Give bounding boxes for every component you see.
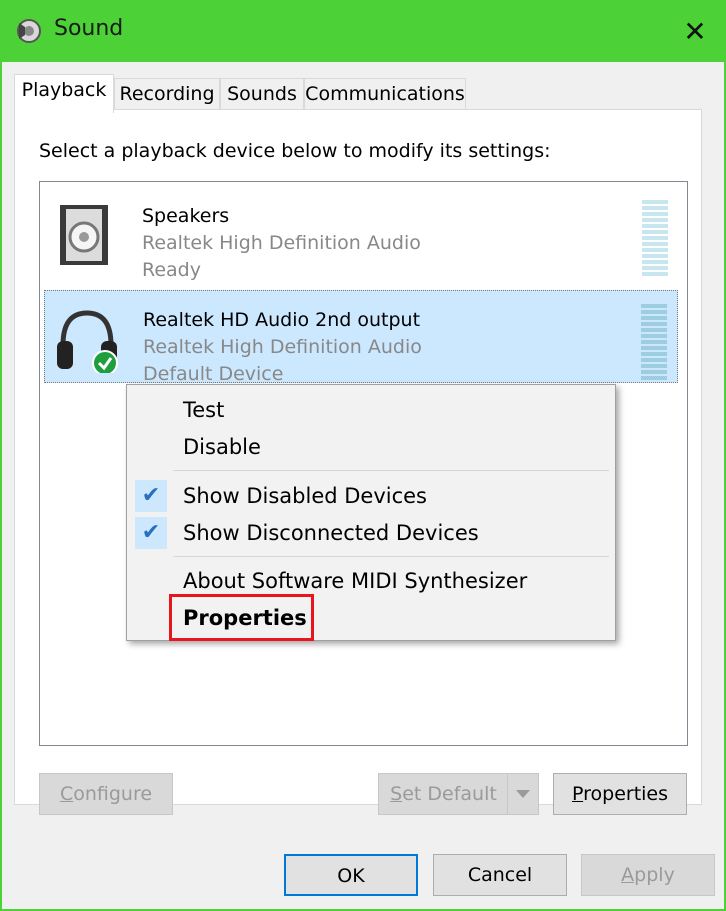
set-default-button[interactable]: Set Default	[378, 773, 539, 815]
volume-meter	[642, 200, 668, 278]
configure-accel: C	[59, 783, 74, 805]
speaker-icon	[60, 205, 108, 265]
instruction-text: Select a playback device below to modify…	[39, 140, 551, 162]
apply-label: pply	[634, 864, 675, 886]
highlight-annotation	[169, 594, 314, 641]
sound-dialog: Sound ✕ Playback Recording Sounds Commun…	[0, 0, 726, 911]
tab-sounds[interactable]: Sounds	[220, 78, 304, 111]
checkmark-icon: ✔	[135, 517, 167, 549]
set-default-accel: S	[390, 783, 403, 805]
ok-button[interactable]: OK	[284, 854, 418, 896]
set-default-label: et Default	[402, 783, 497, 805]
chevron-down-icon[interactable]	[507, 774, 538, 814]
tab-communications[interactable]: Communications	[304, 78, 466, 111]
menu-item-test[interactable]: Test	[127, 391, 615, 429]
menu-item-label: Show Disabled Devices	[183, 484, 428, 508]
menu-item-label: Show Disconnected Devices	[183, 521, 479, 545]
properties-label: roperties	[583, 783, 669, 805]
properties-accel: P	[571, 783, 584, 805]
menu-item-show-disconnected-devices[interactable]: ✔ Show Disconnected Devices	[127, 514, 615, 552]
menu-item-disable[interactable]: Disable	[127, 428, 615, 466]
device-item-realtek-2nd-output[interactable]: Realtek HD Audio 2nd output Realtek High…	[44, 290, 678, 385]
headphones-icon	[57, 310, 118, 373]
menu-separator	[173, 556, 609, 557]
configure-button[interactable]: Configure	[39, 773, 173, 815]
device-status: Ready	[142, 259, 201, 281]
menu-item-label: Test	[183, 398, 225, 422]
checkmark-icon: ✔	[135, 480, 167, 512]
close-icon: ✕	[683, 14, 707, 48]
properties-button[interactable]: Properties	[553, 773, 687, 815]
cancel-button[interactable]: Cancel	[433, 854, 567, 896]
device-status: Default Device	[143, 363, 284, 385]
menu-item-show-disabled-devices[interactable]: ✔ Show Disabled Devices	[127, 477, 615, 515]
menu-separator	[173, 470, 609, 471]
device-name: Speakers	[142, 205, 230, 227]
window-title: Sound	[54, 16, 124, 41]
close-button[interactable]: ✕	[664, 0, 726, 62]
configure-label: onfigure	[73, 783, 153, 805]
tab-recording[interactable]: Recording	[114, 78, 220, 111]
sound-app-icon	[17, 19, 41, 43]
apply-accel: A	[621, 864, 635, 886]
tab-playback[interactable]: Playback	[14, 74, 114, 113]
device-name: Realtek HD Audio 2nd output	[143, 309, 421, 331]
menu-item-label: Disable	[183, 435, 261, 459]
title-bar[interactable]: Sound ✕	[0, 0, 726, 62]
device-driver: Realtek High Definition Audio	[143, 336, 422, 358]
apply-button[interactable]: Apply	[581, 854, 715, 896]
volume-meter	[641, 304, 667, 382]
device-driver: Realtek High Definition Audio	[142, 232, 421, 254]
device-item-speakers[interactable]: Speakers Realtek High Definition Audio R…	[44, 187, 678, 281]
